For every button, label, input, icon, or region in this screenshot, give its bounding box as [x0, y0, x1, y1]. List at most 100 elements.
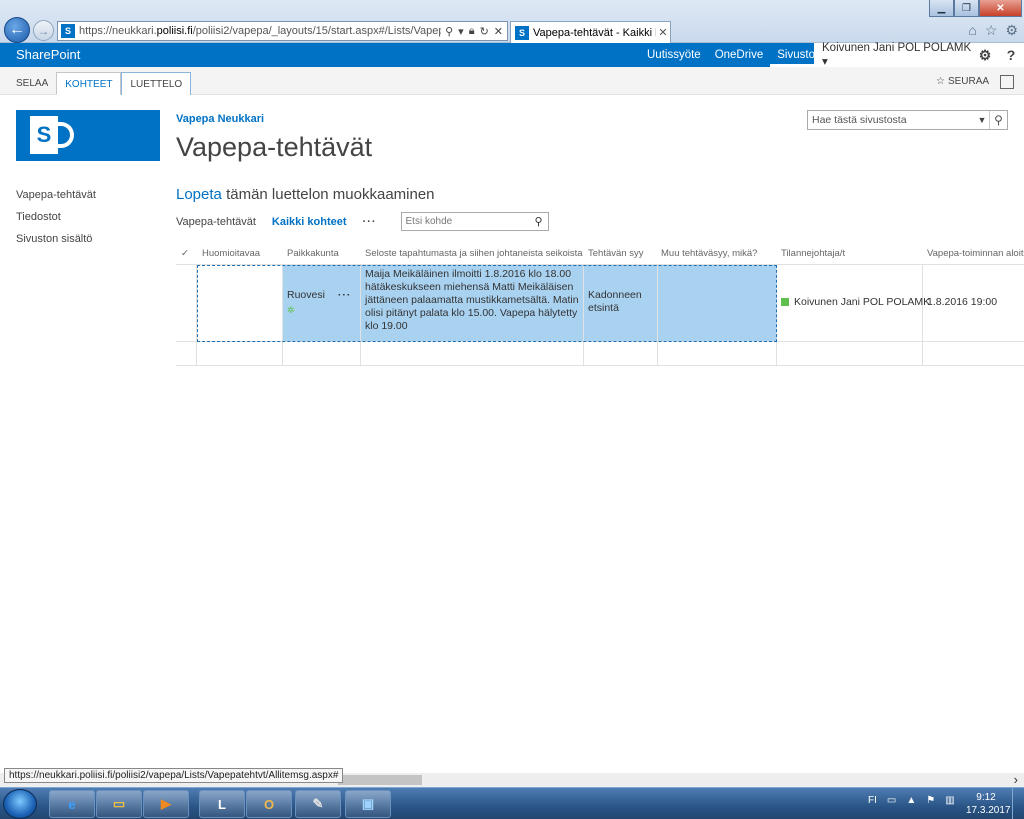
internet-explorer-icon[interactable]: e	[49, 790, 95, 818]
language-indicator[interactable]: FI	[868, 795, 877, 806]
cell-empty[interactable]	[584, 342, 658, 365]
cell-muu-tehtavasyy[interactable]	[658, 265, 777, 341]
cell-empty[interactable]	[197, 342, 283, 365]
tray-arrow-icon[interactable]: ▲	[906, 795, 916, 806]
keyboard-icon[interactable]: ▭	[887, 795, 896, 806]
cell-empty[interactable]	[658, 342, 777, 365]
user-menu[interactable]: Koivunen Jani POL POLAMK ▾	[822, 42, 972, 68]
paint-icon[interactable]: ✎	[295, 790, 341, 818]
select-all-checkmark-icon[interactable]: ✓	[181, 248, 189, 259]
more-views-button[interactable]: ···	[363, 216, 377, 228]
cell-empty[interactable]	[777, 342, 923, 365]
window-controls: ▁ ❐ ✕	[929, 0, 1022, 17]
search-icon[interactable]: ⚲	[445, 25, 453, 38]
home-icon[interactable]: ⌂	[968, 22, 976, 39]
presence-status-icon	[781, 298, 789, 307]
address-bar[interactable]: S https://neukkari.poliisi.fi/poliisi2/v…	[57, 21, 508, 41]
tab-luettelo[interactable]: LUETTELO	[121, 72, 192, 95]
outlook-icon[interactable]: O	[246, 790, 292, 818]
cell-vapepa-aloitus[interactable]: 1.8.2016 19:00	[923, 265, 1024, 341]
ql-item-vapepa-tehtavat[interactable]: Vapepa-tehtävät	[16, 188, 96, 210]
browser-tab[interactable]: S Vapepa-tehtävät - Kaikki k... ✕	[510, 21, 671, 43]
suite-link-newsfeed[interactable]: Uutissyöte	[640, 43, 708, 67]
file-explorer-icon[interactable]: ▭	[96, 790, 142, 818]
forward-button[interactable]: →	[33, 20, 54, 41]
settings-gear-icon[interactable]: ⚙	[972, 47, 998, 64]
system-tray: FI ▭ ▲ ⚑ ▥	[868, 795, 955, 806]
column-header-vapepa-aloitus[interactable]: Vapepa-toiminnan aloitu	[927, 248, 1024, 259]
cell-seloste[interactable]: Maija Meikäläinen ilmoitti 1.8.2016 klo …	[361, 265, 584, 341]
grid-header: ✓ Huomioitavaa Paikkakunta Seloste tapah…	[176, 243, 1024, 265]
back-button[interactable]: ←	[4, 17, 30, 43]
show-desktop-button[interactable]	[1012, 788, 1024, 819]
minimize-button[interactable]: ▁	[929, 0, 954, 17]
media-player-icon[interactable]: ▶	[143, 790, 189, 818]
view-vapepa-tehtavat[interactable]: Vapepa-tehtävät	[176, 216, 256, 228]
tab-title: Vapepa-tehtävät - Kaikki k...	[533, 26, 656, 39]
table-row-empty[interactable]	[176, 342, 1024, 366]
stop-editing-bar: Lopeta tämän luettelon muokkaaminen	[176, 186, 435, 203]
stop-editing-link[interactable]: Lopeta	[176, 186, 222, 203]
suite-bar: SharePoint Uutissyöte OneDrive Sivustot …	[0, 42, 1024, 68]
close-tab-icon[interactable]: ✕	[656, 26, 670, 39]
site-title[interactable]: Vapepa Neukkari	[176, 113, 264, 125]
column-header-tilannejohtaja[interactable]: Tilannejohtaja/t	[781, 248, 921, 259]
tab-kohteet[interactable]: KOHTEET	[56, 72, 122, 95]
start-button[interactable]	[3, 789, 37, 819]
refresh-icon[interactable]: ↻	[480, 25, 489, 38]
close-icon[interactable]: ✕	[494, 25, 503, 38]
view-selector: Vapepa-tehtävät Kaikki kohteet ··· Etsi …	[176, 212, 549, 231]
table-row[interactable]: Ruovesi ··· ✲ Maija Meikäläinen ilmoitti…	[176, 265, 1024, 342]
column-header-paikkakunta[interactable]: Paikkakunta	[287, 248, 361, 259]
favorites-star-icon[interactable]: ☆	[985, 22, 998, 39]
ql-item-sivuston-sisalto[interactable]: Sivuston sisältö	[16, 232, 96, 254]
cell-tehtavan-syy[interactable]: Kadonneen etsintä	[584, 265, 658, 341]
cell-tilannejohtaja[interactable]: Koivunen Jani POL POLAMK	[777, 265, 930, 341]
row-selector[interactable]	[176, 342, 197, 365]
lock-icon[interactable]: 🔒︎	[469, 25, 475, 38]
site-logo[interactable]: S	[16, 110, 160, 161]
cell-empty[interactable]	[283, 342, 361, 365]
clock[interactable]: 9:12 17.3.2017	[966, 791, 1011, 817]
tab-selaa[interactable]: SELAA	[8, 72, 56, 95]
lync-icon[interactable]: L	[199, 790, 245, 818]
search-icon[interactable]: ⚲	[530, 215, 548, 228]
column-header-tehtavan-syy[interactable]: Tehtävän syy	[588, 248, 658, 259]
new-item-icon: ✲	[287, 305, 295, 315]
suite-link-onedrive[interactable]: OneDrive	[708, 43, 771, 67]
ribbon-tabs: SELAA KOHTEET LUETTELO ☆ SEURAA	[0, 67, 1024, 95]
action-center-icon[interactable]: ⚑	[926, 795, 935, 806]
restore-button[interactable]: ❐	[954, 0, 979, 17]
cell-paikkakunta[interactable]: Ruovesi ··· ✲	[283, 265, 361, 341]
help-icon[interactable]: ?	[998, 47, 1024, 63]
column-header-muu-tehtavasyy[interactable]: Muu tehtäväsyy, mikä?	[661, 248, 775, 259]
scrollbar-thumb[interactable]	[338, 775, 422, 785]
cell-huomioitavaa[interactable]	[197, 265, 283, 341]
site-search-input[interactable]: Hae tästä sivustosta ▼ ⚲	[807, 110, 1008, 130]
column-header-huomioitavaa[interactable]: Huomioitavaa	[202, 248, 282, 259]
row-selector[interactable]	[176, 265, 197, 341]
list-grid: ✓ Huomioitavaa Paikkakunta Seloste tapah…	[176, 243, 1024, 366]
focus-on-content-icon[interactable]	[1000, 75, 1014, 89]
scroll-right-arrow-icon[interactable]: ›	[1014, 772, 1018, 787]
find-item-input[interactable]: Etsi kohde ⚲	[400, 212, 549, 231]
close-window-button[interactable]: ✕	[979, 0, 1022, 17]
clock-time: 9:12	[976, 792, 996, 803]
cell-empty[interactable]	[361, 342, 584, 365]
photo-viewer-icon[interactable]: ▣	[345, 790, 391, 818]
windows-taskbar: e ▭ ▶ L O ✎ ▣ FI ▭ ▲ ⚑ ▥ 9:12 17.3.2017	[0, 787, 1024, 819]
follow-button[interactable]: ☆ SEURAA	[936, 76, 989, 87]
network-icon[interactable]: ▥	[945, 795, 954, 806]
sharepoint-brand[interactable]: SharePoint	[16, 47, 80, 62]
column-header-seloste[interactable]: Seloste tapahtumasta ja siihen johtaneis…	[365, 248, 584, 259]
search-icon[interactable]: ⚲	[989, 111, 1007, 129]
item-menu-button[interactable]: ···	[338, 289, 352, 301]
tools-gear-icon[interactable]: ⚙	[1005, 22, 1018, 39]
sharepoint-favicon-icon: S	[61, 24, 75, 38]
clock-date: 17.3.2017	[966, 805, 1011, 816]
dropdown-icon[interactable]: ▾	[458, 25, 464, 38]
view-kaikki-kohteet[interactable]: Kaikki kohteet	[272, 216, 347, 228]
ql-item-tiedostot[interactable]: Tiedostot	[16, 210, 96, 232]
search-scope-dropdown-icon[interactable]: ▼	[975, 115, 989, 125]
cell-empty[interactable]	[923, 342, 1024, 365]
